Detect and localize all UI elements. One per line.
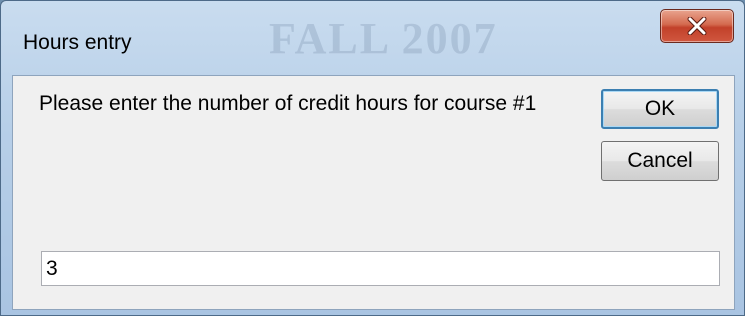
hours-entry-dialog: FALL 2007 Hours entry Please enter the n… — [0, 0, 745, 316]
close-button[interactable] — [660, 9, 734, 43]
title-bar[interactable]: FALL 2007 Hours entry — [1, 1, 744, 75]
prompt-label: Please enter the number of credit hours … — [39, 92, 537, 115]
background-window-title: FALL 2007 — [269, 14, 498, 63]
close-icon — [686, 17, 708, 35]
cancel-button[interactable]: Cancel — [601, 141, 719, 181]
dialog-body: Please enter the number of credit hours … — [12, 75, 735, 310]
credit-hours-input[interactable] — [41, 251, 720, 286]
window-title: Hours entry — [23, 31, 132, 54]
ok-button[interactable]: OK — [601, 89, 719, 129]
